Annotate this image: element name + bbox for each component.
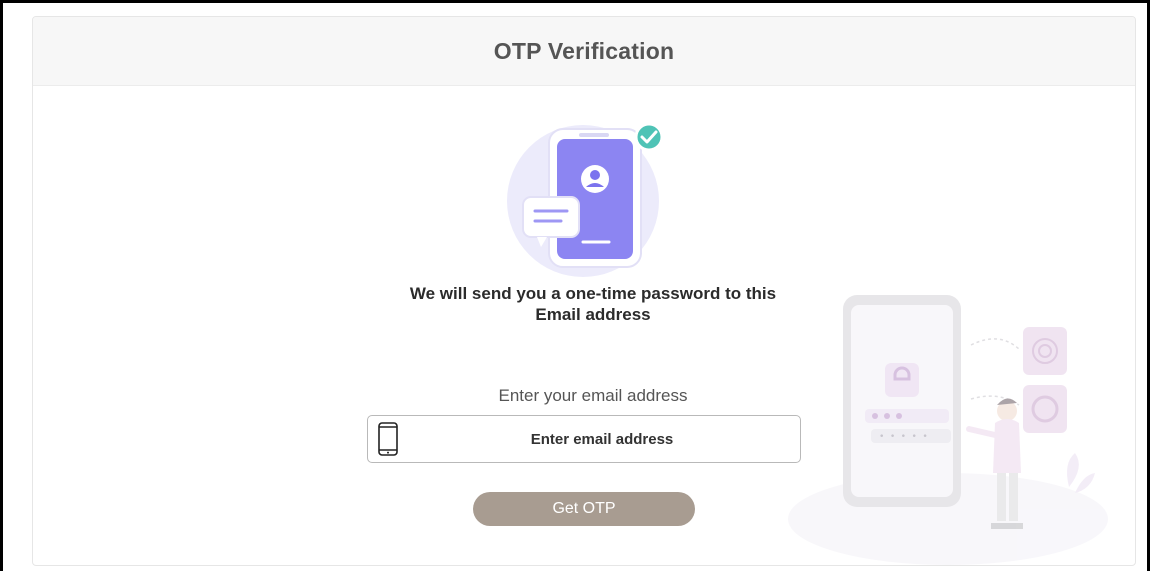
phone-illustration xyxy=(507,122,664,277)
card-header: OTP Verification xyxy=(33,17,1135,86)
page-title: OTP Verification xyxy=(493,37,675,64)
otp-card: OTP Verification • • • • • We will send … xyxy=(32,16,1136,566)
get-otp-button[interactable]: Get OTP xyxy=(473,492,695,526)
email-label: Enter your email address xyxy=(498,386,688,405)
email-input[interactable] xyxy=(412,416,792,463)
email-field[interactable] xyxy=(367,415,801,463)
otp-info-message: We will send you a one-time password to … xyxy=(409,284,777,324)
pin-dots: • • • • • xyxy=(879,432,928,442)
phone-icon xyxy=(378,422,398,456)
security-illustration: • • • • • xyxy=(788,295,1108,565)
